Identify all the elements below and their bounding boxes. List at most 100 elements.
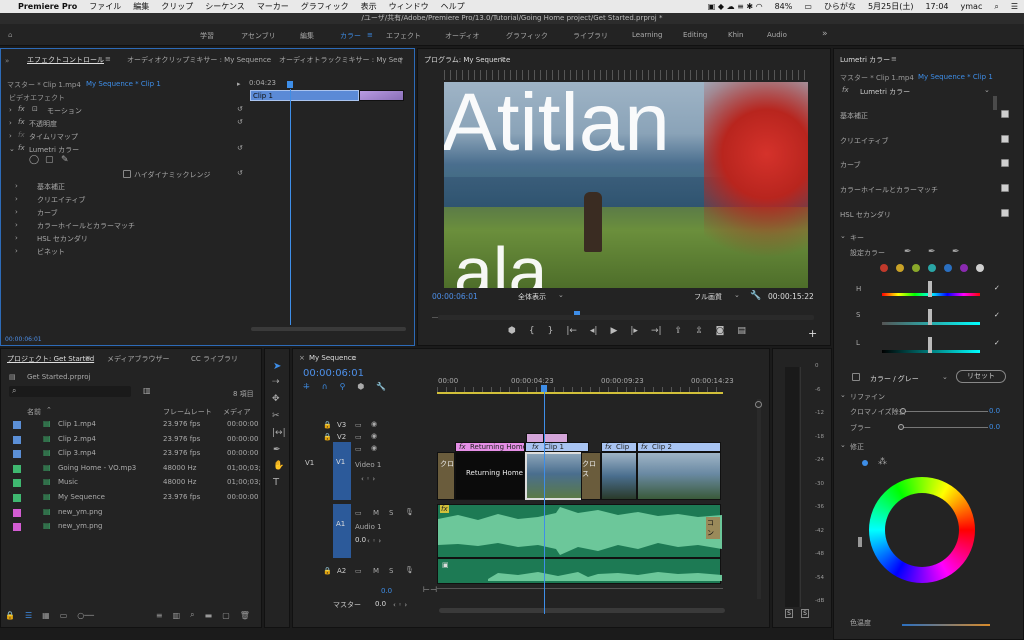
microphone-icon[interactable]: 🎙 <box>405 508 414 516</box>
returning-home-title-clip[interactable]: fx Returning Home <box>455 442 527 452</box>
color-swatch[interactable] <box>928 264 936 272</box>
program-zoom-bar[interactable] <box>438 315 814 320</box>
zoom-select[interactable]: 全体表示 <box>518 292 546 302</box>
sync-lock-icon[interactable]: ▭ <box>355 445 362 453</box>
timeline-timecode[interactable]: 00:00:06:01 <box>303 368 364 379</box>
denoise-value[interactable]: 0.0 <box>989 407 1000 415</box>
workspace-edit[interactable]: 編集 <box>300 31 314 41</box>
project-item-row[interactable]: ▤ My Sequence 23.976 fps 00:00:00 <box>1 492 261 505</box>
menu-marker[interactable]: マーカー <box>251 1 295 12</box>
hue-slider-handle[interactable] <box>928 281 932 297</box>
reset-opacity-icon[interactable]: ↺ <box>237 118 243 126</box>
color-swatch[interactable] <box>944 264 952 272</box>
expand-timeremap-icon[interactable]: › <box>9 132 12 140</box>
chevron-down-icon[interactable]: ⌄ <box>984 86 990 94</box>
fx-icon[interactable]: fx <box>18 118 25 126</box>
ec-zoom-scrollbar[interactable] <box>251 327 406 331</box>
show-mask-checkbox[interactable] <box>852 373 860 381</box>
pen-tool-icon[interactable]: ✒ <box>273 445 281 455</box>
saturation-checkmark-icon[interactable]: ✓ <box>994 311 1000 319</box>
expand-icon[interactable]: › <box>15 182 18 190</box>
label-color-swatch[interactable] <box>13 464 21 473</box>
expand-motion-icon[interactable]: › <box>9 106 12 114</box>
effect-time-remap[interactable]: タイムリマップ <box>29 132 78 142</box>
clip-header[interactable]: fx Clip <box>601 442 637 452</box>
more-workspaces-icon[interactable]: » <box>822 29 828 39</box>
keyframe-nav-icon[interactable]: ‹ ◦ › <box>393 601 407 609</box>
collapse-refine-icon[interactable]: ⌄ <box>840 391 846 399</box>
expand-icon[interactable]: › <box>15 208 18 216</box>
creative-enable-checkbox[interactable] <box>1001 135 1009 143</box>
lumetri-menu-icon[interactable]: ≡ <box>891 55 897 63</box>
motion-transform-icon[interactable]: ⊡ <box>32 105 38 113</box>
lightness-checkmark-icon[interactable]: ✓ <box>994 339 1000 347</box>
sort-asc-icon[interactable]: ⌃ <box>46 406 52 414</box>
a1-volume-value[interactable]: 0.0 <box>355 536 366 544</box>
zoom-to-sequence-icon[interactable]: ⊢⊣ <box>423 585 437 594</box>
lumetri-sub-vignette[interactable]: ビネット <box>37 247 65 257</box>
tab-media-browser[interactable]: メディアブラウザー <box>107 354 170 364</box>
ellipse-mask-icon[interactable]: ◯ <box>29 155 39 165</box>
reset-hdr-icon[interactable]: ↺ <box>237 169 243 177</box>
program-monitor-title[interactable]: プログラム: My Sequence <box>424 55 510 65</box>
mark-out-icon[interactable]: } <box>548 326 554 340</box>
label-color-swatch[interactable] <box>13 421 21 429</box>
color-wheel[interactable] <box>869 477 975 583</box>
workspace-learn[interactable]: 学習 <box>200 31 214 41</box>
section-curves[interactable]: カーブ <box>840 160 861 170</box>
section-hsl[interactable]: HSL セカンダリ <box>840 210 891 220</box>
tab-project[interactable]: プロジェクト: Get Started <box>7 354 94 364</box>
menu-clip[interactable]: クリップ <box>155 1 199 12</box>
marker-icon[interactable]: ⬢ <box>508 326 516 340</box>
tab-audio-clip-mixer[interactable]: オーディオクリップミキサー : My Sequence <box>127 55 271 65</box>
ripple-edit-tool-icon[interactable]: ✥ <box>272 394 280 404</box>
sync-lock-icon[interactable]: ▭ <box>355 567 362 575</box>
item-name[interactable]: Music <box>58 478 78 486</box>
workspace-color[interactable]: カラー <box>340 31 361 41</box>
project-search-input[interactable]: ⌕ <box>9 386 131 397</box>
menu-view[interactable]: 表示 <box>355 1 383 12</box>
tab-cc-libraries[interactable]: CC ライブラリ <box>191 354 238 364</box>
menu-time[interactable]: 17:04 <box>919 2 954 11</box>
audio-clip-a1[interactable]: fx コン <box>437 504 722 558</box>
audio-clip-a2[interactable]: ▣ <box>437 558 722 584</box>
lumetri-sub-creative[interactable]: クリエイティブ <box>37 195 85 205</box>
eye-icon[interactable]: ◉ <box>371 444 377 452</box>
hdr-checkbox[interactable] <box>123 170 131 178</box>
workspace-audio[interactable]: オーディオ <box>445 31 480 41</box>
timeline-settings-icon[interactable]: 🔧 <box>376 382 386 392</box>
type-tool-icon[interactable]: T <box>273 477 279 488</box>
effect-lumetri[interactable]: Lumetri カラー <box>29 145 79 155</box>
lumetri-scrollbar[interactable] <box>993 96 997 110</box>
blur-value[interactable]: 0.0 <box>989 423 1000 431</box>
audio-keyframe-icon[interactable]: ▣ <box>442 561 449 569</box>
solo-left-button[interactable]: S <box>785 609 793 618</box>
saturation-slider-handle[interactable] <box>928 309 932 325</box>
battery-icon[interactable]: ▭ <box>798 2 818 11</box>
go-to-out-icon[interactable]: →| <box>651 326 662 340</box>
lumetri-effect-select[interactable]: Lumetri カラー <box>860 87 910 97</box>
clip2-thumbnail[interactable] <box>637 452 721 500</box>
collapse-correction-icon[interactable]: ⌄ <box>840 441 846 449</box>
hue-checkmark-icon[interactable]: ✓ <box>994 284 1000 292</box>
menu-file[interactable]: ファイル <box>83 1 127 12</box>
source-patch-v1[interactable]: V1 <box>305 459 314 467</box>
reset-button[interactable]: リセット <box>956 370 1006 383</box>
single-wheel-radio[interactable] <box>862 460 868 466</box>
clip2-header[interactable]: fx Clip 2 <box>637 442 721 452</box>
item-name[interactable]: new_ym.png <box>58 522 102 530</box>
more-tabs-icon[interactable]: » <box>399 55 403 63</box>
chevron-down-icon[interactable]: ⌄ <box>942 373 948 381</box>
new-bin-from-search-icon[interactable]: ▥ <box>143 386 151 395</box>
list-view-icon[interactable]: ☰ <box>25 611 32 620</box>
cross-dissolve-transition[interactable]: クロス <box>581 452 601 500</box>
expand-icon[interactable]: › <box>15 247 18 255</box>
workspace-assembly[interactable]: アセンブリ <box>241 31 276 41</box>
timeline-vertical-scrollbar[interactable] <box>757 399 761 599</box>
sequence-clip-label[interactable]: My Sequence * Clip 1 <box>86 80 161 88</box>
collapse-key-icon[interactable]: ⌄ <box>840 232 846 240</box>
menu-user[interactable]: ymac <box>955 2 989 11</box>
project-item-row[interactable]: ▤ Going Home - VO.mp3 48000 Hz 01;00;03; <box>1 463 261 476</box>
menu-window[interactable]: ウィンドウ <box>383 1 435 12</box>
project-item-row[interactable]: ▤ Clip 3.mp4 23.976 fps 00:00:00 <box>1 448 261 461</box>
